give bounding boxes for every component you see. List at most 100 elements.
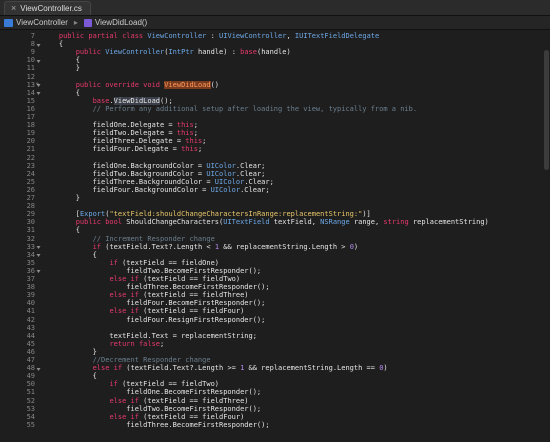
code-line[interactable]: 38 fieldThree.BecomeFirstResponder(); <box>0 283 550 291</box>
line-number: 53 <box>26 404 35 413</box>
code-line[interactable]: 8 { <box>0 40 550 48</box>
code-line[interactable]: 36 fieldTwo.BecomeFirstResponder(); <box>0 267 550 275</box>
code-line[interactable]: 13 ✎ public override void ViewDidLoad() <box>0 80 550 89</box>
code-line[interactable]: 34 { <box>0 251 550 259</box>
code-line[interactable]: 41 else if (textField == fieldFour) <box>0 307 550 315</box>
code-line[interactable]: 21 fieldFour.Delegate = this; <box>0 145 550 153</box>
vertical-scrollbar[interactable] <box>543 30 550 442</box>
code-line[interactable]: 47 //Decrement Responder change <box>0 356 550 364</box>
code-line[interactable]: 33 if (textField.Text?.Length < 1 && rep… <box>0 243 550 251</box>
fold-toggle-icon[interactable] <box>36 268 41 274</box>
code-text: { <box>42 56 80 65</box>
line-number: 8 <box>30 40 35 49</box>
code-text: public partial class ViewController : UI… <box>58 32 380 40</box>
line-number: 34 <box>26 250 35 259</box>
line-number: 49 <box>26 372 35 381</box>
breadcrumb-class[interactable]: ViewController <box>0 18 72 27</box>
code-line[interactable]: 50 if (textField == fieldTwo) <box>0 380 550 388</box>
code-line[interactable]: 55 fieldThree.BecomeFirstResponder(); <box>0 421 550 429</box>
code-line[interactable]: 25 fieldThree.BackgroundColor = UIColor.… <box>0 178 550 186</box>
code-line[interactable]: 35 if (textField == fieldOne) <box>0 259 550 267</box>
code-line[interactable]: 39 else if (textField == fieldThree) <box>0 291 550 299</box>
line-number: 27 <box>26 194 35 202</box>
code-line[interactable]: 11 } <box>0 64 550 72</box>
fold-toggle-icon[interactable] <box>36 58 41 63</box>
code-line[interactable]: 22 <box>0 154 550 162</box>
code-line[interactable]: 15 base.ViewDidLoad(); <box>0 96 550 105</box>
code-text: fieldOne.BecomeFirstResponder(); <box>42 388 262 397</box>
code-line[interactable]: 7 public partial class ViewController : … <box>0 32 550 40</box>
code-line[interactable]: 14 { <box>0 89 550 97</box>
fold-toggle-icon[interactable] <box>36 366 41 371</box>
code-line[interactable]: 51 fieldOne.BecomeFirstResponder(); <box>0 388 550 396</box>
code-text: [Export("textField:shouldChangeCharacter… <box>42 210 371 219</box>
edit-marker-icon: ✎ <box>36 80 40 88</box>
code-line[interactable]: 48 else if (textField.Text?.Length >= 1 … <box>0 364 550 372</box>
code-text: return false; <box>109 339 165 348</box>
code-text: } <box>42 194 80 202</box>
code-line[interactable]: 29 [Export("textField:shouldChangeCharac… <box>0 210 550 218</box>
code-line[interactable]: 43 <box>0 324 550 332</box>
fold-toggle-icon[interactable] <box>36 244 41 250</box>
code-line[interactable]: 20 fieldThree.Delegate = this; <box>0 137 550 145</box>
line-number: 17 <box>26 113 35 121</box>
code-text: else if (textField.Text?.Length >= 1 && … <box>92 364 388 373</box>
line-number: 25 <box>26 177 35 186</box>
code-text: fieldOne.BackgroundColor = UIColor.Clear… <box>42 161 266 170</box>
code-line[interactable]: 12 <box>0 73 550 81</box>
line-number: 48 <box>26 364 35 373</box>
line-number: 44 <box>26 331 35 340</box>
code-text: //Decrement Responder change <box>42 356 211 364</box>
code-text: if (textField == fieldTwo) <box>109 380 220 389</box>
code-line[interactable]: 31 { <box>0 226 550 234</box>
code-line[interactable]: 45 return false; <box>0 340 550 348</box>
code-line[interactable]: 28 <box>0 202 550 210</box>
code-text: fieldFour.Delegate = this; <box>42 145 203 154</box>
scrollbar-thumb[interactable] <box>544 50 549 170</box>
breadcrumb-class-label: ViewController <box>16 18 68 27</box>
breadcrumb-method[interactable]: ViewDidLoad() <box>80 18 151 27</box>
code-text: { <box>42 40 64 49</box>
code-text: textField.Text = replacementString; <box>42 331 257 340</box>
fold-toggle-icon[interactable] <box>36 42 41 47</box>
code-line[interactable]: 42 fieldFour.ResignFirstResponder(); <box>0 316 550 324</box>
code-line[interactable]: 54 else if (textField == fieldFour) <box>0 413 550 421</box>
code-line[interactable]: 16 // Perform any additional setup after… <box>0 105 550 113</box>
code-line[interactable]: 9 public ViewController(IntPtr handle) :… <box>0 48 550 56</box>
line-number: 50 <box>26 380 35 389</box>
code-line[interactable]: 10 { <box>0 56 550 64</box>
code-line[interactable]: 32 // Increment Responder change <box>0 235 550 243</box>
fold-toggle-icon[interactable] <box>36 252 41 258</box>
code-line[interactable]: 27 } <box>0 194 550 202</box>
code-line[interactable]: 26 fieldFour.BackgroundColor = UIColor.C… <box>0 186 550 194</box>
code-text: else if (textField == fieldFour) <box>109 412 245 421</box>
code-line[interactable]: 52 else if (textField == fieldThree) <box>0 397 550 405</box>
code-line[interactable]: 17 <box>0 113 550 121</box>
close-icon[interactable]: × <box>11 4 16 13</box>
line-number: 40 <box>26 299 35 308</box>
code-text: fieldThree.Delegate = this; <box>42 137 207 146</box>
line-number: 7 <box>30 32 35 40</box>
code-line[interactable]: 46 } <box>0 348 550 356</box>
code-text: else if (textField == fieldFour) <box>109 307 245 316</box>
breadcrumb: ViewController ▸ ViewDidLoad() <box>0 16 550 30</box>
code-line[interactable]: 40 fieldFour.BecomeFirstResponder(); <box>0 299 550 307</box>
code-text: fieldThree.BackgroundColor = UIColor.Cle… <box>42 177 274 186</box>
code-text: if (textField == fieldOne) <box>109 258 220 267</box>
code-text: public ViewController(IntPtr handle) : b… <box>75 48 291 57</box>
code-line[interactable]: 30 public bool ShouldChangeCharacters(UI… <box>0 218 550 226</box>
line-number: 14 <box>26 88 35 97</box>
fold-toggle-icon[interactable] <box>36 90 41 96</box>
code-line[interactable]: 37 else if (textField == fieldTwo) <box>0 275 550 283</box>
code-line[interactable]: 44 textField.Text = replacementString; <box>0 332 550 340</box>
line-number: 39 <box>26 291 35 300</box>
code-text: fieldTwo.Delegate = this; <box>42 129 198 138</box>
code-line[interactable]: 18 fieldOne.Delegate = this; <box>0 121 550 129</box>
code-line[interactable]: 23 fieldOne.BackgroundColor = UIColor.Cl… <box>0 162 550 170</box>
code-line[interactable]: 49 { <box>0 372 550 380</box>
code-editor[interactable]: 7 public partial class ViewController : … <box>0 30 550 442</box>
code-line[interactable]: 24 fieldTwo.BackgroundColor = UIColor.Cl… <box>0 170 550 178</box>
code-line[interactable]: 53 fieldTwo.BecomeFirstResponder(); <box>0 405 550 413</box>
tab-viewcontroller[interactable]: × ViewController.cs <box>4 1 91 15</box>
code-line[interactable]: 19 fieldTwo.Delegate = this; <box>0 129 550 137</box>
